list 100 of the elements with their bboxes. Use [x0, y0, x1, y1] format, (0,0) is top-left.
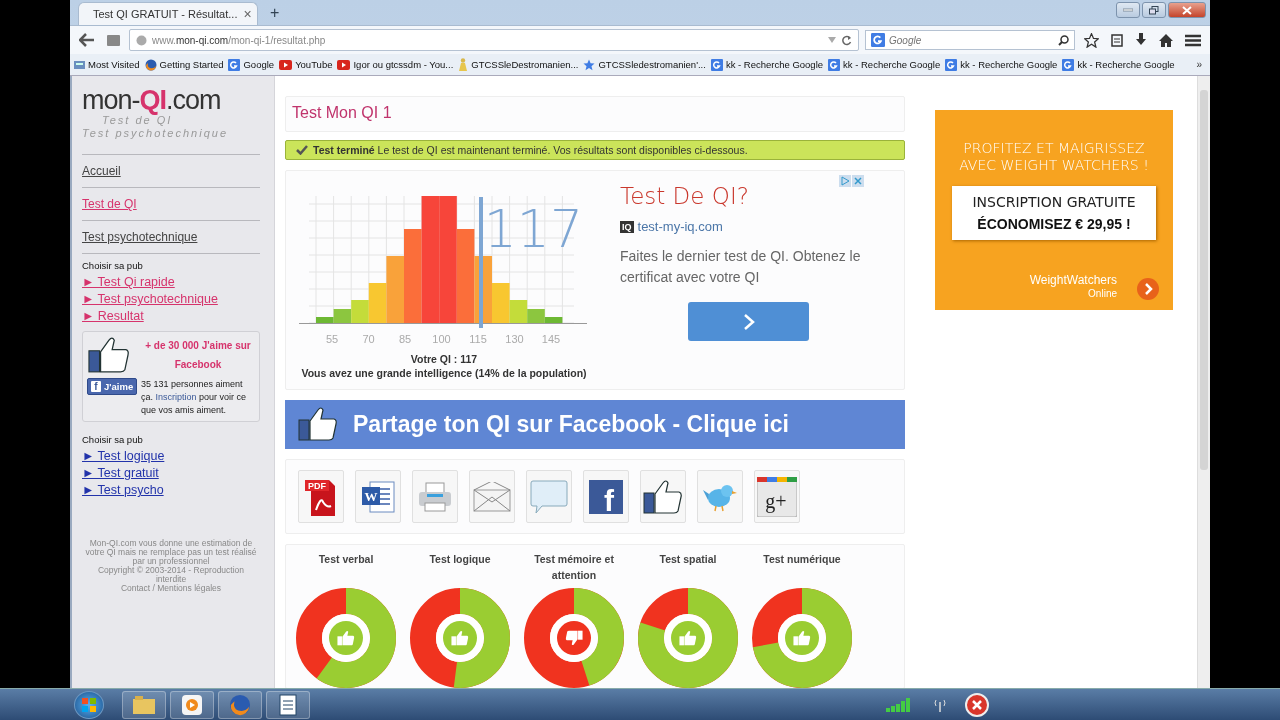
- error-icon[interactable]: [964, 692, 990, 718]
- bookmark-item[interactable]: Getting Started: [144, 58, 224, 71]
- checkmark-icon: [296, 145, 308, 155]
- share-button[interactable]: f: [583, 470, 629, 523]
- sidebar-nav-link[interactable]: Accueil: [82, 154, 260, 187]
- sidebar-link[interactable]: ► Test psycho: [82, 483, 260, 497]
- tab-groups-button[interactable]: [104, 34, 123, 46]
- ad-choice-label: Choisir sa pub: [82, 260, 144, 271]
- bookmark-item[interactable]: kk - Recherche Google: [710, 58, 824, 71]
- sidebar-nav-link[interactable]: Test psychotechnique: [82, 220, 260, 253]
- restore-icon: [1149, 5, 1159, 15]
- speech-bubble-icon: [530, 478, 568, 515]
- iq-summary: Vous avez une grande intelligence (14% de la population): [301, 367, 587, 379]
- logo-tagline: Test de QI: [101, 114, 174, 127]
- sidebar-link[interactable]: ► Test logique: [82, 449, 260, 463]
- likes-text: 35 131 personnes aiment ça. Inscription pour voir ce que vos amis aiment.: [141, 378, 248, 417]
- search-engine-icon: [228, 58, 241, 71]
- search-icon[interactable]: [1058, 34, 1069, 46]
- sidebar-link[interactable]: ► Resultat: [82, 309, 260, 323]
- search-engine-icon: [1062, 58, 1075, 71]
- axis-label: 100: [432, 333, 451, 345]
- network-icon[interactable]: [934, 698, 946, 712]
- thumbs-up-icon: [87, 336, 131, 374]
- ad-text: Faites le dernier test de QI. Obtenez le certificat avec votre QI: [620, 247, 862, 287]
- clipboard-button[interactable]: [1108, 33, 1126, 47]
- bookmark-item[interactable]: kk - Recherche Google: [1062, 58, 1175, 71]
- footer-text: Mon-QI.com vous donne une estimation de votre QI mais ne remplace pas un test réalisé par un professionnel Copyright © 2003-2014 - Reproduction interdite Contact / Mentions légales: [84, 539, 258, 593]
- sidebar-link[interactable]: ► Test Qi rapide: [82, 275, 260, 289]
- bookmark-item[interactable]: GTCSSledestromanien'...: [583, 58, 706, 71]
- more-bookmarks-button[interactable]: »: [1192, 59, 1206, 70]
- browser-taskbar-button[interactable]: [218, 691, 262, 719]
- windows-logo-icon: [82, 698, 96, 712]
- bookmark-item[interactable]: kk - Recherche Google: [945, 58, 1058, 71]
- share-button[interactable]: W: [355, 470, 401, 523]
- video-play-icon: [279, 59, 293, 70]
- share-button[interactable]: g+: [754, 470, 800, 523]
- document-taskbar-button[interactable]: [266, 691, 310, 719]
- address-bar[interactable]: www.mon-qi.com/mon-qi-1/resultat.php: [129, 29, 859, 51]
- score-label: Test spatial: [659, 552, 717, 567]
- reload-icon[interactable]: [841, 34, 852, 46]
- globe-icon: [136, 34, 147, 46]
- site-logo[interactable]: mon-QI.com: [82, 86, 260, 114]
- facebook-icon: f: [589, 479, 623, 514]
- axis-label: 145: [541, 333, 561, 345]
- close-button[interactable]: [1168, 2, 1206, 18]
- price-text: ÉCONOMISEZ € 29,95 !: [976, 216, 1132, 232]
- score-label: Test logique: [429, 552, 491, 567]
- ad-headline: PROFITEZ ET MAIGRISSEZ AVEC WEIGHT WATCHERS !: [959, 140, 1149, 174]
- signup-link[interactable]: Inscription: [155, 392, 197, 402]
- like-button[interactable]: f J'aime: [87, 378, 138, 395]
- start-button[interactable]: [74, 691, 104, 719]
- ad-domain[interactable]: test-my-iq.com: [637, 219, 723, 234]
- iq-score: 117: [483, 199, 583, 259]
- close-tab-button[interactable]: ×: [243, 6, 252, 22]
- facebook-share-banner[interactable]: Partage ton QI sur Facebook - Clique ici: [285, 399, 905, 449]
- ad-title[interactable]: Test De QI?: [620, 183, 890, 209]
- sidebar-link[interactable]: ► Test psychotechnique: [82, 292, 260, 306]
- printer-icon: [417, 480, 453, 513]
- axis-label: 85: [398, 333, 412, 345]
- bookmark-item[interactable]: GTCSSleDestromanien...: [458, 58, 579, 71]
- chevron-icon: [742, 312, 755, 331]
- close-icon: [1182, 5, 1192, 15]
- bookmark-item[interactable]: kk - Recherche Google: [828, 58, 941, 71]
- play-icon: [182, 695, 202, 715]
- brand-logo: WeightWatchers Online: [1029, 274, 1117, 300]
- axis-label: 115: [469, 333, 487, 345]
- page-title: Test Mon QI 1: [285, 96, 905, 132]
- media-player-taskbar-button[interactable]: [170, 691, 214, 719]
- bookmarks-folder-icon: [74, 59, 85, 70]
- bookmark-item[interactable]: Google: [228, 58, 275, 71]
- restore-button[interactable]: [1142, 2, 1166, 18]
- google-plus-icon: g+: [757, 476, 797, 517]
- minimize-icon: [1123, 8, 1133, 12]
- search-field[interactable]: Google: [889, 34, 1054, 46]
- globe-fox-icon: [229, 694, 251, 716]
- figure-icon: [458, 58, 469, 71]
- thumbs-up-icon: [297, 406, 339, 443]
- bookmark-item[interactable]: YouTube: [279, 59, 333, 70]
- axis-label: 55: [325, 333, 339, 345]
- menu-button[interactable]: [1182, 33, 1204, 47]
- folder-icon: [133, 696, 155, 714]
- new-tab-button[interactable]: +: [264, 3, 286, 23]
- scrollbar[interactable]: [1197, 76, 1210, 688]
- browser-tab[interactable]: Test QI GRATUIT - Résultat... ×: [78, 2, 258, 25]
- sidebar-nav-link[interactable]: Test de QI: [82, 187, 260, 220]
- folder-taskbar-button[interactable]: [122, 691, 166, 719]
- score-label: Test mémoire et attention: [533, 552, 615, 583]
- weight-loss-ad[interactable]: PROFITEZ ET MAIGRISSEZ AVEC WEIGHT WATCHERS ! INSCRIPTION GRATUITE ÉCONOMISEZ € 29,95 ! WeightWatchers Online: [935, 110, 1173, 310]
- sidebar-link[interactable]: ► Test gratuit: [82, 466, 260, 480]
- bookmark-star-button[interactable]: [1081, 32, 1102, 48]
- share-button[interactable]: [640, 470, 686, 523]
- bookmark-item[interactable]: Most Visited: [74, 59, 140, 70]
- iq-caption: Votre QI : 117: [410, 353, 478, 365]
- document-icon: [279, 694, 297, 716]
- bookmark-item[interactable]: Igor ou gtcssdm - You...: [337, 59, 454, 70]
- search-box[interactable]: Google: [865, 30, 1075, 50]
- ad-badge: IQ: [620, 220, 634, 233]
- globe-fox-icon: [144, 58, 157, 71]
- likes-headline: + de 30 000 J'aime sur Facebook: [144, 339, 252, 372]
- score-label: Test verbal: [318, 552, 374, 567]
